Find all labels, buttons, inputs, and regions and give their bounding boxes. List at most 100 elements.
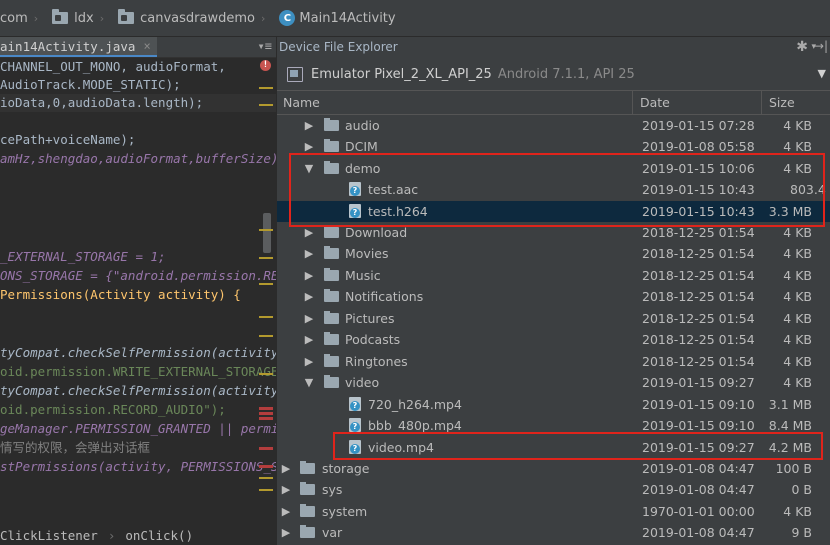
code-line: AudioTrack.MODE_STATIC);	[0, 77, 181, 92]
hide-panel-icon[interactable]: →|	[814, 39, 828, 53]
tree-row-folder[interactable]: ▶ Movies 2018-12-25 01:54 4 KB	[277, 243, 830, 264]
folder-icon	[324, 289, 339, 302]
collapse-arrow-icon[interactable]: ▼	[303, 372, 315, 393]
file-name: Notifications	[345, 289, 424, 304]
error-marker[interactable]	[259, 417, 273, 420]
tree-row-folder[interactable]: ▶ Ringtones 2018-12-25 01:54 4 KB	[277, 351, 830, 372]
chevron-right-icon: ›	[107, 528, 116, 543]
expand-arrow-icon[interactable]: ▶	[303, 286, 315, 307]
warning-marker[interactable]	[259, 104, 273, 106]
tree-row-folder[interactable]: ▶ storage 2019-01-08 04:47 100 B	[277, 458, 830, 479]
tree-row-folder[interactable]: ▶ sys 2019-01-08 04:47 0 B	[277, 479, 830, 500]
expand-arrow-icon[interactable]: ▶	[303, 308, 315, 329]
warning-marker[interactable]	[259, 335, 273, 337]
editor-tab-label: ain14Activity.java	[0, 38, 136, 54]
highlight-box-demo	[289, 153, 825, 227]
expand-arrow-icon[interactable]: ▶	[303, 351, 315, 372]
code-area[interactable]: CHANNEL_OUT_MONO, audioFormat, AudioTrac…	[0, 58, 276, 545]
tree-row-folder[interactable]: ▶ Notifications 2018-12-25 01:54 4 KB	[277, 286, 830, 307]
expand-arrow-icon[interactable]: ▶	[280, 458, 292, 479]
error-marker[interactable]	[259, 407, 273, 410]
error-marker[interactable]	[259, 465, 273, 468]
package-folder-icon	[118, 9, 135, 24]
editor-tab-main14activity[interactable]: ain14Activity.java ×	[0, 37, 157, 57]
chevron-right-icon: ›	[33, 11, 39, 25]
file-date: 2018-12-25 01:54	[642, 311, 755, 326]
file-name: system	[322, 504, 368, 519]
close-icon[interactable]: ×	[143, 39, 150, 53]
error-marker[interactable]	[259, 447, 273, 450]
tree-row-folder[interactable]: ▶ Music 2018-12-25 01:54 4 KB	[277, 265, 830, 286]
editor-scrollbar[interactable]	[263, 213, 271, 253]
device-selector[interactable]: Emulator Pixel_2_XL_API_25 Android 7.1.1…	[277, 59, 830, 89]
file-name: Ringtones	[345, 354, 408, 369]
folder-icon	[324, 246, 339, 259]
tree-row-folder[interactable]: ▼ video 2019-01-15 09:27 4 KB	[277, 372, 830, 393]
error-marker[interactable]	[259, 412, 273, 415]
file-size: 4 KB	[783, 332, 812, 347]
warning-marker[interactable]	[259, 477, 273, 479]
breadcrumb-item-canvasdrawdemo[interactable]: canvasdrawdemo ›	[118, 9, 273, 26]
highlight-box-video	[333, 432, 823, 460]
gear-icon[interactable]: ✱	[796, 39, 808, 55]
expand-arrow-icon[interactable]: ▶	[303, 243, 315, 264]
expand-arrow-icon[interactable]: ▶	[303, 265, 315, 286]
breadcrumb-item-com[interactable]: com ›	[0, 11, 46, 26]
code-editor[interactable]: ain14Activity.java × ▾≡ CHANNEL_OUT_MONO…	[0, 37, 276, 545]
editor-breadcrumb: ClickListener › onClick()	[0, 526, 276, 545]
warning-marker[interactable]	[259, 257, 273, 259]
warning-marker[interactable]	[259, 283, 273, 285]
file-size: 4 KB	[783, 354, 812, 369]
tree-row-file[interactable]: 720_h264.mp4 2019-01-15 09:10 3.1 MB	[277, 394, 830, 415]
code-line: ONS_STORAGE = {"android.permission.REA	[0, 268, 276, 283]
folder-icon	[324, 375, 339, 388]
file-size: 4 KB	[783, 375, 812, 390]
expand-arrow-icon[interactable]: ▶	[303, 329, 315, 350]
expand-arrow-icon[interactable]: ▶	[303, 115, 315, 136]
folder-icon	[324, 225, 339, 238]
breadcrumb-label: ldx	[74, 10, 94, 26]
expand-arrow-icon[interactable]: ▶	[280, 501, 292, 522]
breadcrumb-item-main14activity[interactable]: C Main14Activity	[279, 10, 396, 26]
breadcrumb-item-ldx[interactable]: ldx ›	[52, 9, 112, 26]
file-size: 0 B	[791, 482, 812, 497]
code-line: Permissions(Activity activity) {	[0, 287, 241, 302]
folder-icon	[300, 504, 315, 517]
method-breadcrumb-class[interactable]: ClickListener	[0, 528, 98, 543]
error-icon[interactable]: !	[260, 60, 271, 71]
tree-row-folder[interactable]: ▶ Podcasts 2018-12-25 01:54 4 KB	[277, 329, 830, 350]
column-header-size[interactable]: Size	[763, 91, 830, 114]
method-breadcrumb-method[interactable]: onClick()	[125, 528, 193, 543]
tree-row-folder[interactable]: ▶ var 2019-01-08 04:47 9 B	[277, 522, 830, 543]
panel-title: Device File Explorer	[279, 40, 398, 54]
warning-marker[interactable]	[259, 373, 273, 375]
file-size: 4 KB	[783, 118, 812, 133]
class-icon: C	[279, 10, 296, 26]
column-header-name[interactable]: Name	[277, 91, 633, 114]
table-header: Name Date Size	[277, 90, 830, 115]
folder-icon	[324, 139, 339, 152]
code-line: 情写的权限，会弹出对话框	[0, 440, 151, 455]
file-date: 2018-12-25 01:54	[642, 268, 755, 283]
tree-row-folder[interactable]: ▶ Pictures 2018-12-25 01:54 4 KB	[277, 308, 830, 329]
code-line: amHz,shengdao,audioFormat,bufferSize));	[0, 151, 276, 166]
warning-marker[interactable]	[259, 489, 273, 491]
warning-marker[interactable]	[259, 229, 273, 231]
warning-marker[interactable]	[259, 87, 273, 89]
tree-row-folder[interactable]: ▶ audio 2019-01-15 07:28 4 KB	[277, 115, 830, 136]
code-line: stPermissions(activity, PERMISSIONS_S	[0, 459, 276, 474]
code-line: tyCompat.checkSelfPermission(activity,	[0, 345, 276, 360]
tree-row-folder[interactable]: ▶ system 1970-01-01 00:00 4 KB	[277, 501, 830, 522]
chevron-down-icon[interactable]: ▼	[818, 67, 826, 80]
unknown-file-icon	[349, 418, 361, 432]
file-date: 2019-01-15 07:28	[642, 118, 755, 133]
expand-arrow-icon[interactable]: ▶	[280, 479, 292, 500]
folder-icon	[324, 354, 339, 367]
expand-arrow-icon[interactable]: ▶	[280, 522, 292, 543]
file-name: 720_h264.mp4	[368, 397, 462, 412]
chevron-right-icon: ›	[99, 11, 105, 25]
column-header-date[interactable]: Date	[634, 91, 762, 114]
file-date: 2018-12-25 01:54	[642, 246, 755, 261]
warning-marker[interactable]	[259, 316, 273, 318]
tab-list-menu-icon[interactable]: ▾≡	[258, 39, 272, 53]
